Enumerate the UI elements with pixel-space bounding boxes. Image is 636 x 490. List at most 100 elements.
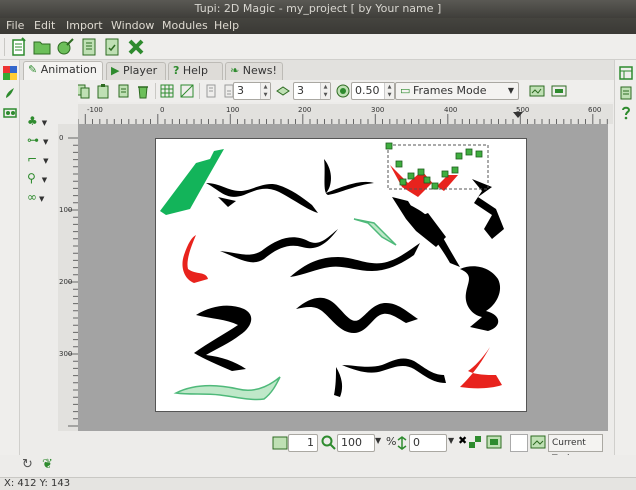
chevron-down-icon: ▼ bbox=[43, 157, 49, 165]
zoom-tool-button[interactable]: ⚲ ▼ bbox=[27, 171, 47, 185]
open-network-icon[interactable] bbox=[55, 37, 75, 57]
module-tab-bar: ✎ Animation ▶ Player ? Help ❧ News! bbox=[20, 60, 614, 80]
frame-number-field[interactable]: 1 bbox=[288, 434, 318, 452]
library-icon[interactable] bbox=[3, 106, 17, 120]
antialias-icon[interactable] bbox=[468, 435, 482, 449]
ruler-label: 200 bbox=[298, 106, 312, 114]
grid-icon[interactable] bbox=[159, 83, 175, 99]
zoom-spinbox[interactable]: 100 bbox=[337, 434, 375, 452]
black-stroke-shape[interactable] bbox=[194, 305, 252, 371]
ruler-label: 600 bbox=[588, 106, 602, 114]
onion-layers-icon[interactable] bbox=[275, 83, 291, 99]
opacity-icon[interactable] bbox=[335, 83, 351, 99]
cut-icon[interactable] bbox=[115, 83, 131, 99]
color-palette-icon[interactable] bbox=[3, 66, 17, 80]
green-stroke-shape[interactable] bbox=[160, 149, 224, 215]
menu-bar: File Edit Import Window Modules Help bbox=[0, 18, 636, 34]
frame-icon bbox=[272, 436, 288, 450]
menu-edit[interactable]: Edit bbox=[34, 19, 55, 32]
animation-tab-icon: ✎ bbox=[28, 63, 38, 76]
spin-arrows-icon[interactable]: ▲ ▼ bbox=[260, 83, 270, 99]
black-stroke-shape[interactable] bbox=[220, 229, 338, 263]
pencil-tool-button[interactable]: ♣ ▼ bbox=[27, 114, 47, 128]
left-dock bbox=[0, 60, 20, 455]
tween-tool-icon: ∞ bbox=[27, 190, 37, 204]
vertical-ruler: 0 100 200 300 bbox=[58, 124, 78, 431]
drawing-canvas[interactable] bbox=[155, 138, 527, 412]
menu-help[interactable]: Help bbox=[214, 19, 239, 32]
black-stroke-shape[interactable] bbox=[296, 297, 418, 333]
help-icon[interactable] bbox=[619, 106, 633, 120]
delete-icon[interactable] bbox=[135, 83, 151, 99]
black-stroke-shape[interactable] bbox=[406, 203, 460, 267]
fill-tool-button[interactable]: ⌐ ▼ bbox=[27, 152, 48, 166]
ruler-label: 300 bbox=[371, 106, 385, 114]
ruler-label: -100 bbox=[87, 106, 103, 114]
chevron-down-icon: ▼ bbox=[39, 195, 45, 203]
green-outline-shape[interactable] bbox=[353, 218, 397, 246]
tab-help[interactable]: ? Help bbox=[168, 62, 223, 80]
black-stroke-shape[interactable] bbox=[324, 159, 374, 195]
chevron-down-icon[interactable]: ▼ bbox=[448, 436, 454, 445]
previous-onion-spinbox[interactable]: 3 ▲ ▼ bbox=[233, 82, 271, 100]
onion-opacity-spinbox[interactable]: 0.50 ▲ ▼ bbox=[351, 82, 395, 100]
timeline-icon[interactable]: ❦ bbox=[42, 457, 53, 472]
fullscreen-icon[interactable] bbox=[551, 83, 567, 99]
zoom-icon bbox=[321, 435, 336, 450]
spin-arrows-icon[interactable]: ▲ ▼ bbox=[384, 83, 394, 99]
question-icon: ? bbox=[173, 64, 180, 77]
brush-properties-icon[interactable] bbox=[3, 86, 17, 100]
save-as-icon[interactable] bbox=[102, 37, 122, 57]
paste-icon[interactable] bbox=[95, 83, 111, 99]
green-outline-shape[interactable] bbox=[173, 376, 281, 401]
chevron-down-icon: ▼ bbox=[41, 119, 48, 127]
exposure-sheet-icon[interactable] bbox=[619, 86, 633, 100]
save-icon[interactable] bbox=[79, 37, 99, 57]
black-stroke-shape[interactable] bbox=[218, 197, 236, 207]
view-mode-select[interactable]: ▭ Frames Mode ▼ bbox=[395, 82, 519, 100]
menu-import[interactable]: Import bbox=[66, 19, 103, 32]
black-stroke-shape[interactable] bbox=[342, 358, 446, 383]
red-stroke-shape[interactable] bbox=[460, 347, 502, 389]
black-stroke-shape[interactable] bbox=[460, 266, 501, 331]
select-tool-icon: ⊶ bbox=[27, 133, 39, 147]
black-stroke-shape[interactable] bbox=[334, 367, 343, 397]
history-icon[interactable]: ↻ bbox=[22, 457, 33, 472]
spin-arrows-icon[interactable]: ▲ ▼ bbox=[320, 83, 330, 99]
horizontal-ruler: -100 0 100 200 300 400 500 600 bbox=[78, 104, 613, 124]
color-swatch[interactable] bbox=[510, 434, 528, 452]
red-stroke-shape[interactable] bbox=[182, 235, 208, 283]
selection-node-handles[interactable] bbox=[385, 142, 483, 190]
ruler-label: 100 bbox=[226, 106, 240, 114]
ruler-label: 200 bbox=[59, 278, 73, 286]
chevron-down-icon: ▼ bbox=[43, 138, 49, 146]
next-onion-spinbox[interactable]: 3 ▲ ▼ bbox=[293, 82, 331, 100]
close-project-icon[interactable] bbox=[126, 37, 146, 57]
ruler-label: 400 bbox=[444, 106, 458, 114]
canvas-drawing bbox=[160, 142, 504, 401]
tab-player[interactable]: ▶ Player bbox=[106, 62, 166, 80]
safe-area-icon[interactable] bbox=[179, 83, 195, 99]
background-icon[interactable] bbox=[529, 83, 545, 99]
onion-previous-icon[interactable] bbox=[203, 83, 219, 99]
reset-icon[interactable]: ✖ bbox=[458, 434, 467, 447]
cursor-coordinates: X: 412 Y: 143 bbox=[4, 478, 71, 489]
play-icon: ▶ bbox=[111, 64, 120, 77]
open-folder-icon[interactable] bbox=[32, 37, 52, 57]
scenes-icon[interactable] bbox=[619, 66, 633, 80]
right-dock bbox=[614, 60, 636, 455]
tab-news[interactable]: ❧ News! bbox=[225, 62, 283, 80]
full-screen-icon[interactable] bbox=[486, 435, 502, 449]
new-document-icon[interactable] bbox=[9, 37, 29, 57]
chevron-down-icon[interactable]: ▼ bbox=[375, 436, 381, 445]
menu-file[interactable]: File bbox=[6, 19, 24, 32]
menu-modules[interactable]: Modules bbox=[162, 19, 208, 32]
menu-window[interactable]: Window bbox=[111, 19, 154, 32]
rotation-spinbox[interactable]: 0 bbox=[409, 434, 447, 452]
tab-animation[interactable]: ✎ Animation bbox=[23, 61, 103, 80]
selection-tool-button[interactable]: ⊶ ▼ bbox=[27, 133, 48, 147]
black-stroke-shape[interactable] bbox=[206, 183, 318, 213]
ruler-label: 100 bbox=[59, 206, 73, 214]
main-toolbar bbox=[0, 34, 636, 60]
tweener-tool-button[interactable]: ∞ ▼ bbox=[27, 190, 44, 204]
